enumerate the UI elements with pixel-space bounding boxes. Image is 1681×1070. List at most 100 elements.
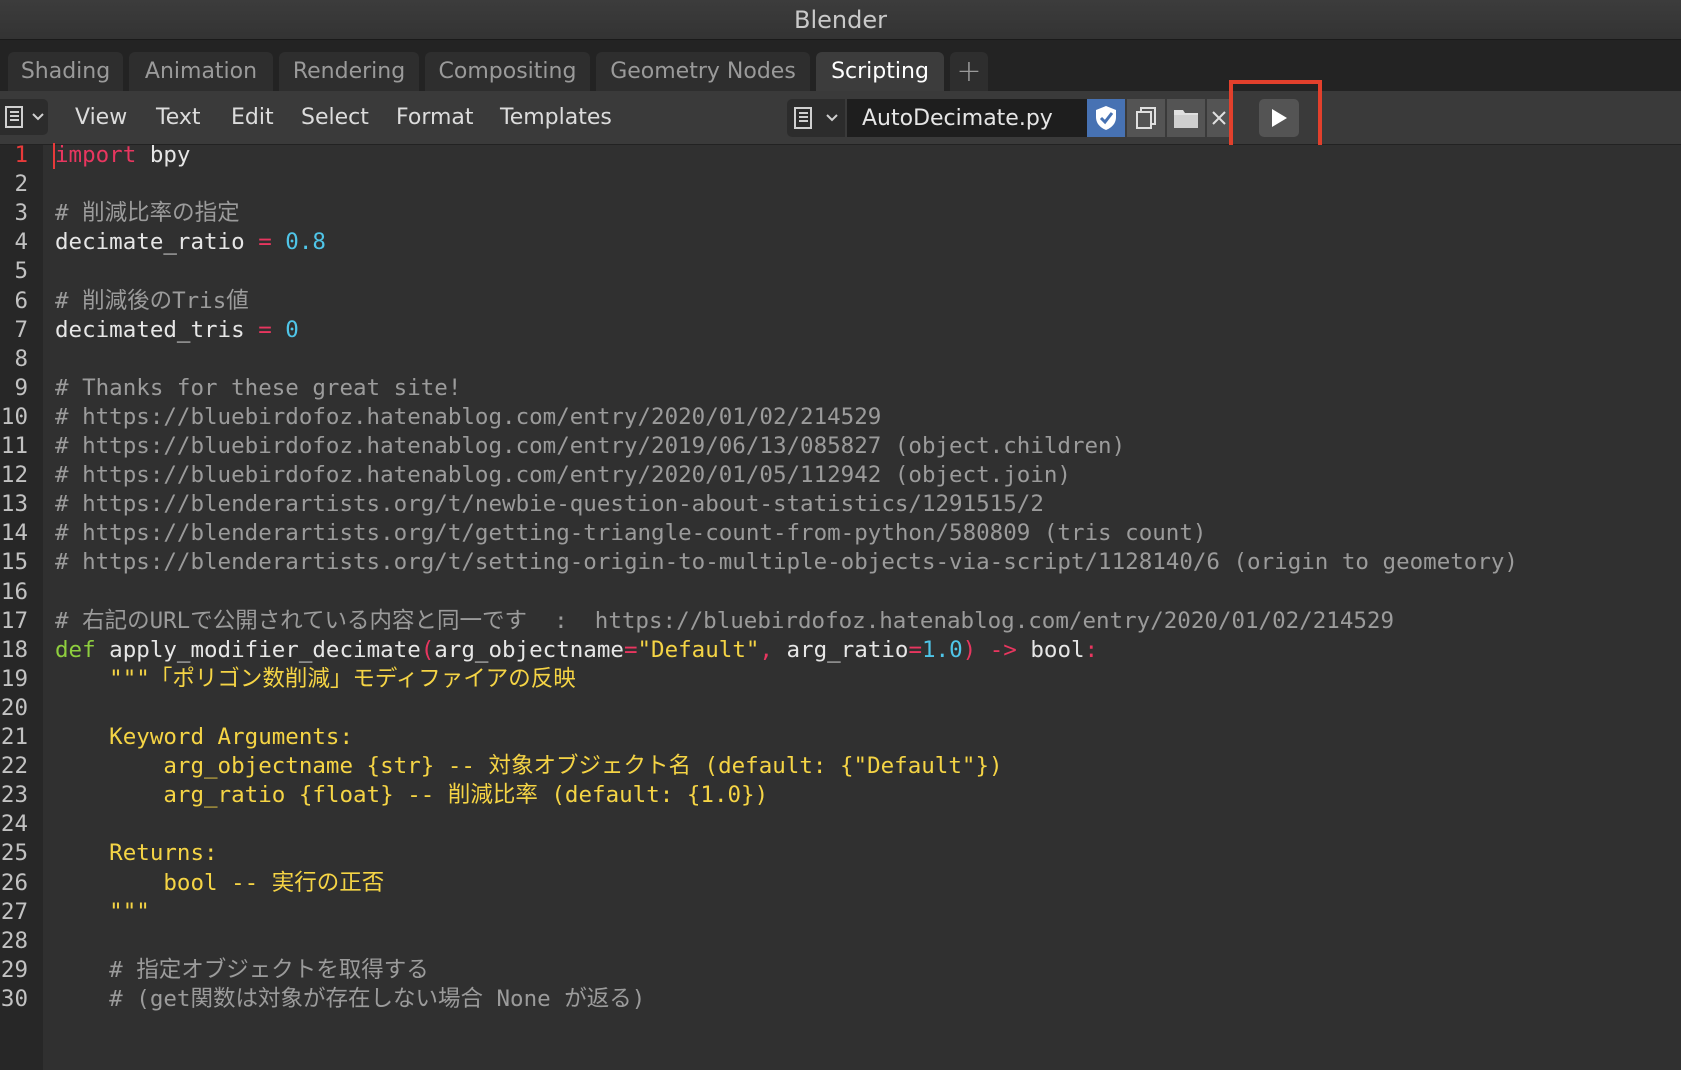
code-text: # https://blenderartists.org/t/getting-t… xyxy=(55,518,1206,549)
menu-text[interactable]: Text xyxy=(156,101,201,133)
line-number: 4 xyxy=(14,229,28,256)
code-line[interactable]: 13 # https://blenderartists.org/t/newbie-… xyxy=(0,489,1681,520)
code-line[interactable]: 28 xyxy=(0,926,1681,957)
code-token: arg_ratio {float} -- 削減比率 (default: {1.0… xyxy=(55,782,769,809)
code-token: # https://bluebirdofoz.hatenablog.com/en… xyxy=(55,403,882,430)
code-token: # 削減後のTris値 xyxy=(55,287,249,314)
code-text: # https://bluebirdofoz.hatenablog.com/en… xyxy=(55,402,881,433)
code-line[interactable]: 17 # 右記のURLで公開されている内容と同一です : https://blue… xyxy=(0,606,1681,637)
line-number: 3 xyxy=(14,200,28,227)
line-number: 29 xyxy=(0,956,28,983)
code-line[interactable]: 5 xyxy=(0,256,1681,287)
line-number: 17 xyxy=(0,607,28,634)
code-token: apply_modifier_decimate xyxy=(95,636,421,663)
code-line[interactable]: 14 # https://blenderartists.org/t/getting… xyxy=(0,518,1681,549)
add-workspace-button[interactable]: + xyxy=(950,52,988,91)
code-line[interactable]: 9 # Thanks for these great site! xyxy=(0,373,1681,404)
code-line[interactable]: 30 # (get関数は対象が存在しない場合 None が返る) xyxy=(0,984,1681,1015)
code-line[interactable]: 25 Returns: xyxy=(0,838,1681,869)
menu-format[interactable]: Format xyxy=(396,101,474,133)
code-token: ) -> xyxy=(962,636,1031,663)
code-token: 0 xyxy=(271,316,299,343)
code-token: Keyword Arguments: xyxy=(55,724,354,750)
line-number: 19 xyxy=(0,665,28,692)
code-line[interactable]: 20 xyxy=(0,693,1681,724)
line-number: 26 xyxy=(0,869,28,896)
open-text-button[interactable] xyxy=(1167,99,1206,137)
line-number: 18 xyxy=(0,636,28,663)
menu-view[interactable]: View xyxy=(75,101,127,133)
code-line[interactable]: 8 xyxy=(0,344,1681,375)
line-number: 1 xyxy=(14,142,28,168)
code-line[interactable]: 1 import bpy xyxy=(0,140,1681,171)
code-line[interactable]: 15 # https://blenderartists.org/t/setting… xyxy=(0,547,1681,578)
code-line[interactable]: 19 """「ポリゴン数削減」モディファイアの反映 xyxy=(0,664,1681,695)
code-line[interactable]: 2 xyxy=(0,169,1681,200)
code-line[interactable]: 23 arg_ratio {float} -- 削減比率 (default: {… xyxy=(0,780,1681,811)
tab-geometry-nodes[interactable]: Geometry Nodes xyxy=(596,52,810,91)
code-line[interactable]: 26 bool -- 実行の正否 xyxy=(0,868,1681,899)
code-token: """ xyxy=(55,898,150,925)
line-number: 5 xyxy=(14,258,28,285)
line-number: 20 xyxy=(0,694,28,721)
menu-templates[interactable]: Templates xyxy=(500,101,612,133)
copy-icon xyxy=(1136,107,1156,129)
code-line[interactable]: 12 # https://bluebirdofoz.hatenablog.com/… xyxy=(0,460,1681,491)
code-text: # 指定オブジェクトを取得する xyxy=(55,955,429,986)
menu-edit[interactable]: Edit xyxy=(231,101,274,133)
code-token: decimate_ratio xyxy=(55,229,259,256)
line-number: 2 xyxy=(14,171,28,198)
editor-type-selector[interactable] xyxy=(0,99,48,135)
code-text: def apply_modifier_decimate(arg_objectna… xyxy=(55,635,1098,666)
code-token: = xyxy=(908,636,922,663)
code-text: decimated_tris = 0 xyxy=(55,315,299,346)
code-line[interactable]: 22 arg_objectname {str} -- 対象オブジェクト名 (de… xyxy=(0,751,1681,782)
code-token: bpy xyxy=(136,142,191,168)
code-token: arg_ratio xyxy=(786,636,909,663)
menu-select[interactable]: Select xyxy=(301,101,369,133)
tab-rendering[interactable]: Rendering xyxy=(279,52,419,91)
fake-user-button[interactable] xyxy=(1087,99,1126,137)
code-text: Keyword Arguments: xyxy=(55,722,353,753)
code-line[interactable]: 3 # 削減比率の指定 xyxy=(0,198,1681,229)
code-token: arg_objectname xyxy=(434,636,624,663)
code-text: bool -- 実行の正否 xyxy=(55,868,384,899)
code-line[interactable]: 7 decimated_tris = 0 xyxy=(0,315,1681,346)
text-block-browser[interactable] xyxy=(787,99,845,137)
line-number: 24 xyxy=(0,811,28,838)
code-text: # https://bluebirdofoz.hatenablog.com/en… xyxy=(55,431,1125,462)
code-line[interactable]: 11 # https://bluebirdofoz.hatenablog.com/… xyxy=(0,431,1681,462)
code-line[interactable]: 16 xyxy=(0,577,1681,608)
code-line[interactable]: 18 def apply_modifier_decimate(arg_object… xyxy=(0,635,1681,666)
unlink-text-button[interactable] xyxy=(1207,99,1231,137)
duplicate-text-button[interactable] xyxy=(1127,99,1166,137)
code-token: def xyxy=(55,636,96,663)
code-token: decimated_tris xyxy=(55,316,259,343)
tab-shading[interactable]: Shading xyxy=(8,52,123,91)
code-token: # Thanks for these great site! xyxy=(55,374,462,401)
code-line[interactable]: 21 Keyword Arguments: xyxy=(0,722,1681,753)
code-token: # https://blenderartists.org/t/newbie-qu… xyxy=(55,491,1044,518)
code-text: arg_objectname {str} -- 対象オブジェクト名 (defau… xyxy=(55,751,1002,782)
tab-animation[interactable]: Animation xyxy=(129,52,273,91)
line-number: 16 xyxy=(0,578,28,605)
code-text: # https://blenderartists.org/t/newbie-qu… xyxy=(55,489,1044,520)
code-token: # (get関数は対象が存在しない場合 None が返る) xyxy=(55,985,646,1012)
code-line[interactable]: 29 # 指定オブジェクトを取得する xyxy=(0,955,1681,986)
code-line[interactable]: 24 xyxy=(0,809,1681,840)
line-number: 25 xyxy=(0,840,28,867)
line-number: 8 xyxy=(14,345,28,372)
code-text: arg_ratio {float} -- 削減比率 (default: {1.0… xyxy=(55,780,768,811)
text-block-name-field[interactable]: AutoDecimate.py xyxy=(847,99,1087,137)
code-line[interactable]: 6 # 削減後のTris値 xyxy=(0,286,1681,317)
chevron-down-icon xyxy=(826,114,838,122)
code-token: bool -- 実行の正否 xyxy=(55,869,385,896)
code-editor[interactable]: 1 import bpy 2 3 # 削減比率の指定 4 decimate_ratio = … xyxy=(0,142,1681,1070)
tab-compositing[interactable]: Compositing xyxy=(425,52,590,91)
code-text: Returns: xyxy=(55,838,217,869)
code-line[interactable]: 27 """ xyxy=(0,897,1681,928)
code-line[interactable]: 4 decimate_ratio = 0.8 xyxy=(0,227,1681,258)
code-line[interactable]: 10 # https://bluebirdofoz.hatenablog.com/… xyxy=(0,402,1681,433)
code-text: # https://bluebirdofoz.hatenablog.com/en… xyxy=(55,460,1071,491)
tab-scripting[interactable]: Scripting xyxy=(816,52,944,91)
